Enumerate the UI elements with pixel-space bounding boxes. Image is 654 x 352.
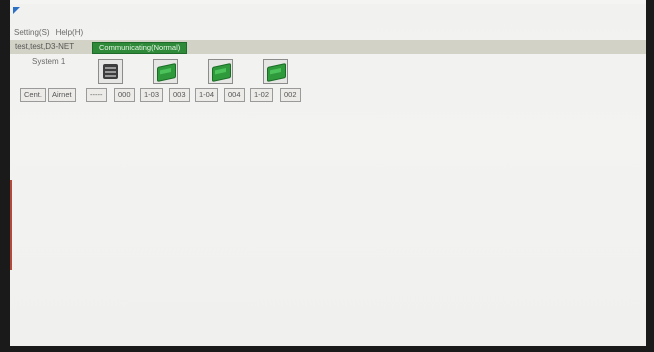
indoor-unit-icon[interactable] [153, 59, 178, 84]
photo-frame: Setting(S) Help(H) test,test,D3-NET Comm… [0, 0, 654, 352]
cent-button[interactable]: Cent. [20, 88, 46, 102]
indoor-unit-body [212, 62, 231, 83]
menubar: Setting(S) Help(H) [10, 26, 83, 40]
menu-help[interactable]: Help(H) [56, 26, 84, 40]
app-icon [13, 7, 20, 14]
unit-addr-1-03: 1-03 [140, 88, 164, 102]
bezel-right [646, 0, 654, 352]
bezel-left [0, 0, 10, 352]
system-label: System 1 [32, 57, 66, 66]
bezel-edge-highlight [10, 180, 12, 270]
unit-addr-1-04: 1-04 [195, 88, 219, 102]
indoor-unit-body [157, 62, 176, 83]
airnet-button[interactable]: Airnet [48, 88, 76, 102]
indoor-unit-body [267, 62, 286, 83]
controller-icon[interactable] [98, 59, 123, 84]
unit-addr-controller: ----- [86, 88, 107, 102]
app-window: Setting(S) Help(H) test,test,D3-NET Comm… [10, 4, 646, 346]
menu-setting[interactable]: Setting(S) [14, 26, 50, 40]
unit-addr-1-02: 1-02 [250, 88, 274, 102]
unit-id-controller: 000 [114, 88, 135, 102]
unit-id-003: 003 [169, 88, 190, 102]
connection-name: test,test,D3-NET [15, 42, 75, 51]
status-bar: test,test,D3-NET Communicating(Normal) [10, 40, 646, 54]
indoor-unit-icon[interactable] [208, 59, 233, 84]
controller-body [103, 64, 118, 79]
connection-status-badge: Communicating(Normal) [92, 42, 188, 54]
unit-id-002: 002 [280, 88, 301, 102]
bezel-bottom [0, 346, 654, 352]
indoor-unit-icon[interactable] [263, 59, 288, 84]
unit-id-004: 004 [224, 88, 245, 102]
